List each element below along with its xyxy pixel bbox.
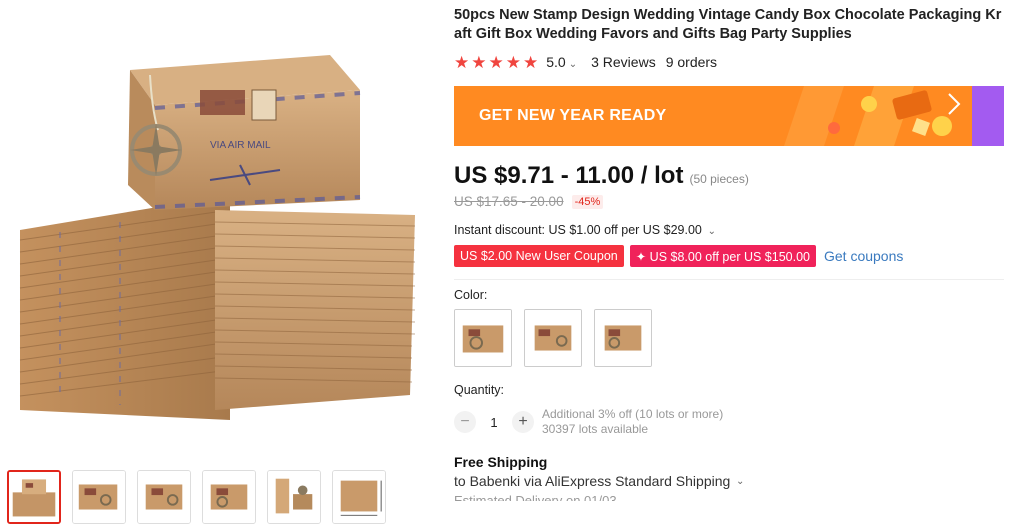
- instant-discount[interactable]: Instant discount: US $1.00 off per US $2…: [454, 223, 1006, 237]
- original-price: US $17.65 - 20.00: [454, 194, 564, 209]
- color-label: Color:: [454, 288, 488, 302]
- store-coupon[interactable]: ✦ US $8.00 off per US $150.00: [629, 245, 816, 267]
- product-title: 50pcs New Stamp Design Wedding Vintage C…: [454, 7, 1002, 42]
- star-icon: ★: [505, 52, 521, 72]
- color-swatches: [454, 309, 1006, 367]
- divider: [454, 279, 1004, 280]
- thumbnail-4[interactable]: [202, 470, 256, 524]
- thumbnail-2[interactable]: [72, 470, 126, 524]
- pieces-count: (50 pieces): [689, 172, 749, 186]
- shipping-method[interactable]: to Babenki via AliExpress Standard Shipp…: [454, 473, 1006, 489]
- color-option-2[interactable]: [524, 309, 582, 367]
- orders-count: 9 orders: [665, 54, 718, 70]
- thumbnail-3[interactable]: [137, 470, 191, 524]
- quantity-stepper: − 1 + Additional 3% off (10 lots or more…: [454, 407, 1006, 437]
- banner-text: GET NEW YEAR READY: [479, 107, 667, 124]
- quantity-plus-button[interactable]: +: [512, 411, 534, 433]
- star-icon: ★: [454, 52, 470, 72]
- rating-value[interactable]: 5.0 ⌄: [546, 54, 577, 70]
- rating-stars[interactable]: ★ ★ ★ ★ ★: [454, 54, 538, 71]
- main-product-image[interactable]: VIA AIR MAIL: [0, 0, 440, 455]
- quantity-input[interactable]: 1: [476, 415, 512, 430]
- chevron-down-icon: ⌄: [568, 59, 578, 70]
- get-coupons-link[interactable]: Get coupons: [824, 248, 903, 264]
- thumbnail-6[interactable]: [332, 470, 386, 524]
- thumbnail-5[interactable]: [267, 470, 321, 524]
- star-icon: ★: [488, 52, 504, 72]
- shipping-section: Free Shipping to Babenki via AliExpress …: [454, 454, 1006, 501]
- color-option-1[interactable]: [454, 309, 512, 367]
- chevron-down-icon: ⌄: [733, 475, 745, 487]
- star-icon: ★: [471, 52, 487, 72]
- thumbnail-1[interactable]: [7, 470, 61, 524]
- reviews-link[interactable]: 3 Reviews: [591, 54, 656, 70]
- promo-banner[interactable]: GET NEW YEAR READY: [454, 86, 1004, 146]
- coupons-row: US $2.00 New User Coupon ✦ US $8.00 off …: [454, 245, 1006, 267]
- rating-row: ★ ★ ★ ★ ★ 5.0 ⌄ 3 Reviews 9 orders: [454, 52, 1006, 72]
- discount-badge: -45%: [571, 194, 604, 209]
- original-price-row: US $17.65 - 20.00 -45%: [454, 194, 1006, 209]
- product-info-panel: 50pcs New Stamp Design Wedding Vintage C…: [454, 6, 1006, 501]
- shipping-title: Free Shipping: [454, 454, 548, 470]
- air-mail-text: VIA AIR MAIL: [210, 140, 271, 151]
- chevron-down-icon: ⌄: [704, 226, 717, 237]
- star-icon: ★: [523, 52, 539, 72]
- quantity-label: Quantity:: [454, 383, 505, 397]
- estimated-delivery: Estimated Delivery on 01/03: [454, 493, 617, 501]
- price-row: US $9.71 - 11.00 / lot (50 pieces): [454, 162, 1006, 190]
- new-user-coupon[interactable]: US $2.00 New User Coupon: [454, 245, 624, 267]
- thumbnail-strip: [7, 470, 386, 524]
- banner-decoration: [784, 86, 1004, 146]
- quantity-minus-button[interactable]: −: [454, 411, 476, 433]
- color-option-3[interactable]: [594, 309, 652, 367]
- quantity-note: Additional 3% off (10 lots or more) 3039…: [542, 407, 724, 436]
- current-price: US $9.71 - 11.00 / lot: [454, 162, 684, 189]
